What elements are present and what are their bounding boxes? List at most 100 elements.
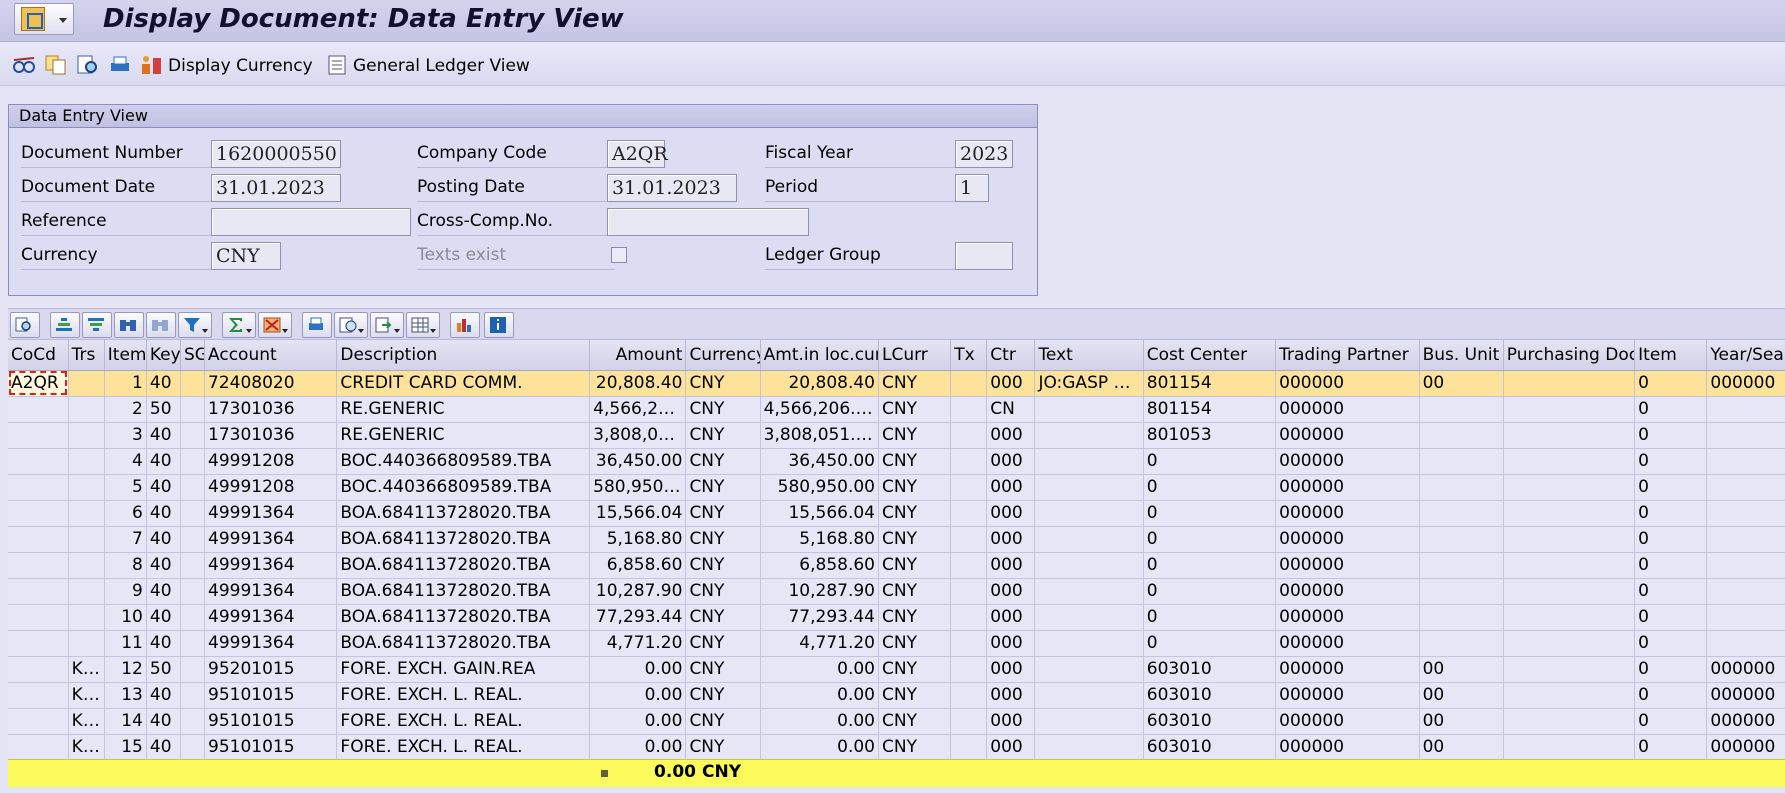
table-cell[interactable] — [1503, 370, 1636, 397]
table-cell[interactable] — [68, 578, 105, 605]
table-cell[interactable]: 5,168.80 — [589, 526, 687, 553]
table-row[interactable]: KDF 12 50 95201015 FORE. EXCH. GAIN.REA 0.00 C… — [8, 656, 1785, 683]
table-cell[interactable] — [180, 656, 206, 683]
table-cell[interactable]: 0 — [1634, 656, 1708, 683]
column-header[interactable]: CoCd — [8, 340, 69, 371]
column-header[interactable]: Text — [1034, 340, 1144, 371]
table-cell[interactable]: 4 — [104, 448, 147, 475]
table-cell[interactable] — [8, 578, 69, 605]
table-cell[interactable] — [1706, 396, 1785, 423]
views-button[interactable] — [334, 312, 368, 338]
table-cell[interactable]: 6,858.60 — [760, 552, 880, 579]
table-cell[interactable] — [1419, 396, 1504, 423]
table-cell[interactable]: KDF — [68, 708, 105, 735]
table-cell[interactable]: 0 — [1634, 708, 1708, 735]
table-cell[interactable] — [1419, 630, 1504, 657]
chart-button[interactable] — [450, 312, 480, 338]
table-cell[interactable] — [1503, 474, 1636, 501]
column-header[interactable]: Currency — [685, 340, 761, 371]
table-cell[interactable] — [68, 396, 105, 423]
texts-exist-checkbox[interactable] — [611, 247, 627, 263]
table-cell[interactable]: 12 — [104, 656, 147, 683]
table-cell[interactable]: 000000 — [1275, 656, 1420, 683]
table-cell[interactable] — [950, 578, 988, 605]
table-cell[interactable]: CNY — [878, 734, 952, 761]
column-header[interactable]: Trs — [68, 340, 105, 371]
table-cell[interactable] — [1034, 734, 1144, 761]
table-cell[interactable]: 000000 — [1275, 552, 1420, 579]
table-cell[interactable]: 15 — [104, 734, 147, 761]
table-cell[interactable]: CNY — [878, 474, 952, 501]
table-cell[interactable] — [8, 630, 69, 657]
column-header[interactable]: Description — [336, 340, 591, 371]
table-cell[interactable] — [180, 422, 206, 449]
table-cell[interactable]: 0 — [1634, 422, 1708, 449]
table-row[interactable]: 4 40 49991208 BOC.440366809589.TBA 36,450.00… — [8, 448, 1785, 475]
table-cell[interactable]: 10 — [104, 604, 147, 631]
column-header[interactable]: Trading Partner — [1275, 340, 1420, 371]
table-cell[interactable]: 3,808,05… — [589, 422, 687, 449]
copy-document-icon[interactable] — [44, 54, 68, 76]
table-cell[interactable] — [1034, 396, 1144, 423]
table-cell[interactable] — [68, 448, 105, 475]
table-cell[interactable]: 0 — [1143, 500, 1277, 527]
table-cell[interactable]: 0 — [1634, 630, 1708, 657]
table-cell[interactable] — [1034, 630, 1144, 657]
table-cell[interactable]: 000 — [986, 370, 1036, 397]
system-menu-button[interactable] — [14, 3, 74, 35]
table-cell[interactable] — [950, 474, 988, 501]
table-cell[interactable]: CNY — [685, 682, 761, 709]
table-cell[interactable] — [1034, 552, 1144, 579]
table-cell[interactable]: 77,293.44 — [760, 604, 880, 631]
table-cell[interactable] — [180, 500, 206, 527]
currency-field[interactable]: CNY — [211, 242, 281, 270]
table-cell[interactable]: RE.GENERIC — [336, 422, 591, 449]
table-cell[interactable]: 603010 — [1143, 708, 1277, 735]
table-cell[interactable]: 13 — [104, 682, 147, 709]
table-cell[interactable] — [180, 448, 206, 475]
column-header[interactable]: Year/Sea — [1706, 340, 1785, 371]
table-cell[interactable] — [950, 656, 988, 683]
table-cell[interactable] — [1034, 448, 1144, 475]
table-cell[interactable] — [1503, 526, 1636, 553]
table-cell[interactable]: KDF — [68, 682, 105, 709]
table-cell[interactable]: 40 — [146, 604, 181, 631]
column-header[interactable]: Item — [104, 340, 147, 371]
table-cell[interactable] — [1503, 630, 1636, 657]
table-cell[interactable]: CNY — [878, 708, 952, 735]
table-cell[interactable]: 0 — [1634, 604, 1708, 631]
table-cell[interactable] — [1503, 708, 1636, 735]
table-cell[interactable]: BOA.684113728020.TBA — [336, 604, 591, 631]
table-cell[interactable]: 0.00 — [760, 656, 880, 683]
table-cell[interactable]: CNY — [685, 630, 761, 657]
table-cell[interactable]: CNY — [878, 526, 952, 553]
table-row[interactable]: 10 40 49991364 BOA.684113728020.TBA 77,293.4… — [8, 604, 1785, 631]
table-cell[interactable]: 95201015 — [204, 656, 338, 683]
table-cell[interactable]: 11 — [104, 630, 147, 657]
details-button[interactable] — [10, 312, 40, 338]
table-cell[interactable]: 580,950.00 — [760, 474, 880, 501]
table-cell[interactable] — [8, 448, 69, 475]
table-cell[interactable]: BOC.440366809589.TBA — [336, 474, 591, 501]
table-cell[interactable]: CNY — [878, 604, 952, 631]
table-cell[interactable] — [1706, 500, 1785, 527]
column-header[interactable]: Key — [146, 340, 181, 371]
table-cell[interactable] — [180, 370, 206, 397]
table-cell[interactable]: 49991364 — [204, 604, 338, 631]
table-cell[interactable] — [1419, 500, 1504, 527]
table-cell[interactable] — [180, 682, 206, 709]
table-cell[interactable]: CNY — [878, 682, 952, 709]
table-cell[interactable]: BOA.684113728020.TBA — [336, 526, 591, 553]
table-cell[interactable] — [1503, 656, 1636, 683]
table-cell[interactable]: 000000 — [1706, 656, 1785, 683]
glasses-icon[interactable] — [12, 54, 36, 76]
table-cell[interactable]: 000000 — [1275, 708, 1420, 735]
table-cell[interactable] — [1706, 630, 1785, 657]
column-header[interactable]: Amt.in loc.cur. — [760, 340, 880, 371]
table-cell[interactable] — [8, 734, 69, 761]
table-cell[interactable]: 49991208 — [204, 448, 338, 475]
column-header[interactable]: Item — [1634, 340, 1708, 371]
display-document-icon[interactable] — [76, 54, 100, 76]
table-cell[interactable]: JO:GASP 2… — [1034, 370, 1144, 397]
table-cell[interactable]: 6,858.60 — [589, 552, 687, 579]
